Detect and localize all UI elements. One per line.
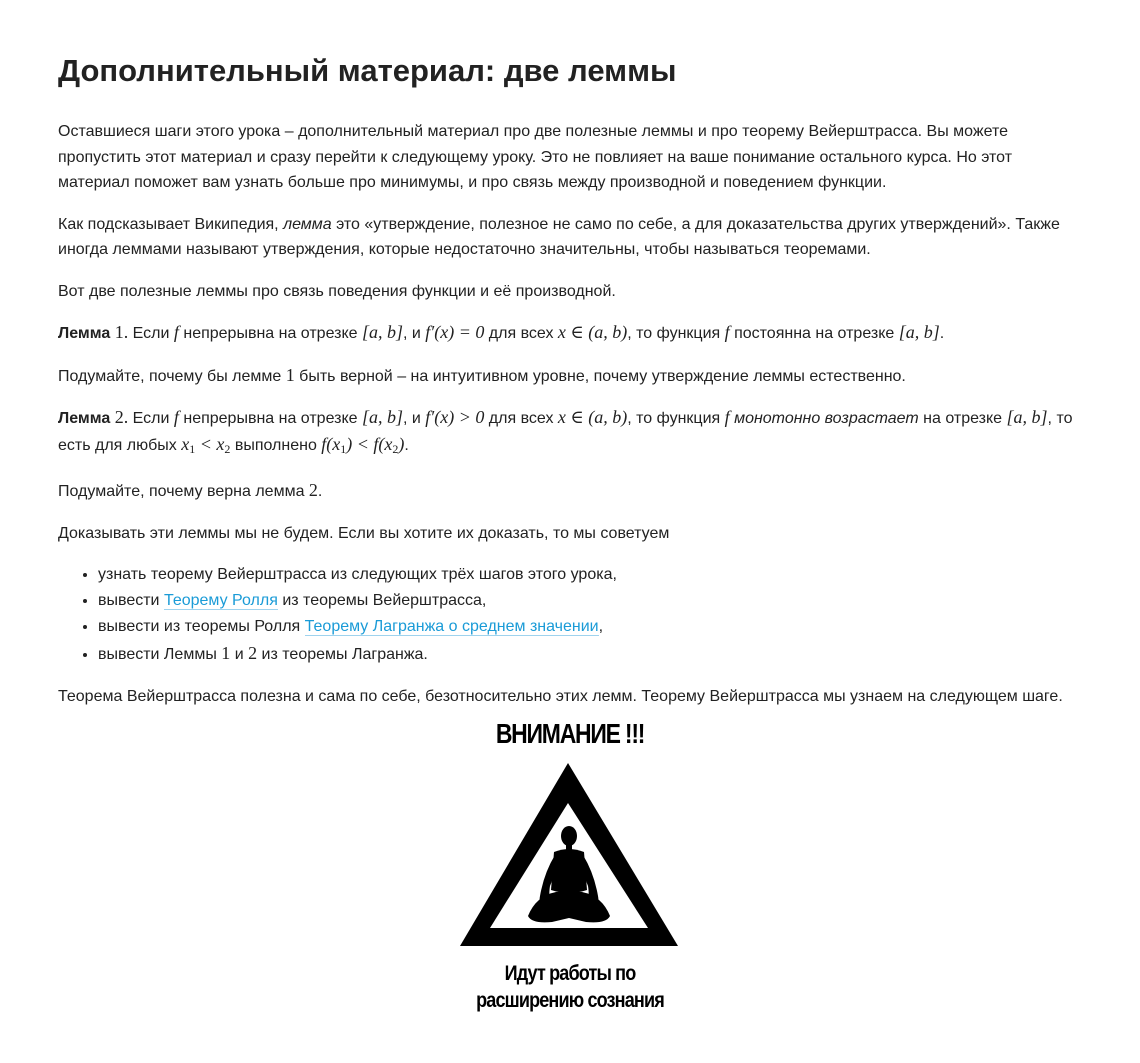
list-item: вывести из теоремы Ролля Теорему Лагранж… xyxy=(98,614,1088,640)
think-2-paragraph: Подумайте, почему верна лемма 2. xyxy=(58,478,1088,505)
lead-paragraph: Вот две полезные леммы про связь поведен… xyxy=(58,282,616,300)
list-item-text: , xyxy=(598,618,604,635)
lemma-2-text: . xyxy=(404,436,409,454)
attention-poster: ВНИМАНИЕ !!! Идут работы по расширению с… xyxy=(452,712,688,1022)
think-1-paragraph: Подумайте, почему бы лемме 1 быть верной… xyxy=(58,363,1088,390)
think-2-text: Подумайте, почему верна лемма xyxy=(58,483,309,500)
lemma-2-text: непрерывна на отрезке xyxy=(178,410,362,427)
math-f: f xyxy=(724,407,730,427)
math-derivative-condition: f′(x) > 0 xyxy=(425,407,485,427)
poster-title: ВНИМАНИЕ !!! xyxy=(495,718,646,749)
lemma-2-text: для всех xyxy=(484,410,558,427)
math-number: 1 xyxy=(285,364,295,385)
poster-caption-line: расширению сознания xyxy=(476,989,665,1012)
think-1-text: быть верной – на интуитивном уровне, поч… xyxy=(294,367,906,385)
list-item-text: вывести xyxy=(98,592,164,609)
poster-caption-line: Идут работы по xyxy=(504,962,637,985)
wiki-text-before: Как подсказывает Википедия, xyxy=(58,215,284,233)
lagrange-theorem-link[interactable]: Теорему Лагранжа о среднем значении xyxy=(304,618,599,636)
advice-list: узнать теорему Вейерштрасса из следующих… xyxy=(58,562,1088,668)
lemma-2-emphasis: монотонно возрастает xyxy=(734,410,919,427)
lemma-1-text: непрерывна на отрезке xyxy=(178,325,362,342)
list-item: вывести Теорему Ролля из теоремы Вейершт… xyxy=(98,588,1088,614)
math-domain: x ∈ (a, b) xyxy=(557,407,628,427)
lemma-2: Лемма 2. Если f непрерывна на отрезке [a… xyxy=(58,405,1088,462)
rolle-theorem-link[interactable]: Теорему Ролля xyxy=(163,592,278,610)
wiki-term: лемма xyxy=(283,215,332,233)
math-interval: [a, b] xyxy=(1006,407,1048,427)
list-item-text: вывести Леммы xyxy=(98,646,222,663)
lemma-1-text: для всех xyxy=(484,325,558,342)
list-item-text: из теоремы Лагранжа. xyxy=(257,646,428,663)
lemma-2-text: , и xyxy=(403,410,426,427)
math-inequality-f: f(x1) < f(x2) xyxy=(321,433,405,456)
lemma-2-text: на отрезке xyxy=(918,410,1007,427)
math-derivative-condition: f′(x) = 0 xyxy=(425,322,485,342)
math-inequality-x: x1 < x2 xyxy=(181,433,231,456)
lemma-1-text: постоянна на отрезке xyxy=(729,325,899,342)
lemma-1-number: 1. xyxy=(114,322,129,342)
intro-paragraph: Оставшиеся шаги этого урока – дополнител… xyxy=(58,123,1013,191)
lemma-1-label: Лемма xyxy=(58,325,111,342)
think-1-text: Подумайте, почему бы лемме xyxy=(58,367,286,385)
lemma-1-text: Если xyxy=(128,325,174,342)
list-item-text: вывести из теоремы Ролля xyxy=(98,618,305,635)
list-item: вывести Леммы 1 и 2 из теоремы Лагранжа. xyxy=(98,640,1088,668)
page-title: Дополнительный материал: две леммы xyxy=(58,53,677,88)
list-item-text: и xyxy=(230,646,249,663)
lemma-2-number: 2. xyxy=(114,407,129,427)
lemma-2-text: Если xyxy=(128,410,174,427)
think-2-text: . xyxy=(317,483,323,500)
math-interval: [a, b] xyxy=(898,322,940,342)
lemma-1-text: . xyxy=(939,325,945,342)
math-number: 2 xyxy=(248,643,258,663)
math-number: 2 xyxy=(308,480,318,500)
math-interval: [a, b] xyxy=(361,407,403,427)
lemma-1: Лемма 1. Если f непрерывна на отрезке [a… xyxy=(58,320,1088,347)
wiki-paragraph: Как подсказывает Википедия, лемма это «у… xyxy=(58,212,1088,263)
lemma-1-text: , то функция xyxy=(627,325,725,342)
lemma-1-text: , и xyxy=(403,325,426,342)
lemma-2-text: выполнено xyxy=(230,436,322,454)
list-item-text: из теоремы Вейерштрасса, xyxy=(277,592,487,609)
poster-caption: Идут работы по расширению сознания xyxy=(469,960,672,1014)
lemma-2-text: , то функция xyxy=(627,410,725,427)
lemma-2-label: Лемма xyxy=(58,410,111,427)
math-domain: x ∈ (a, b) xyxy=(557,322,628,342)
meditation-warning-sign-icon xyxy=(460,763,678,946)
math-interval: [a, b] xyxy=(361,322,403,342)
closing-paragraph: Теорема Вейерштрасса полезна и сама по с… xyxy=(58,688,1063,705)
list-item: узнать теорему Вейерштрасса из следующих… xyxy=(98,562,1088,588)
advice-paragraph: Доказывать эти леммы мы не будем. Если в… xyxy=(58,524,670,542)
article: Дополнительный материал: две леммы Остав… xyxy=(58,50,1088,726)
math-number: 1 xyxy=(221,643,231,663)
